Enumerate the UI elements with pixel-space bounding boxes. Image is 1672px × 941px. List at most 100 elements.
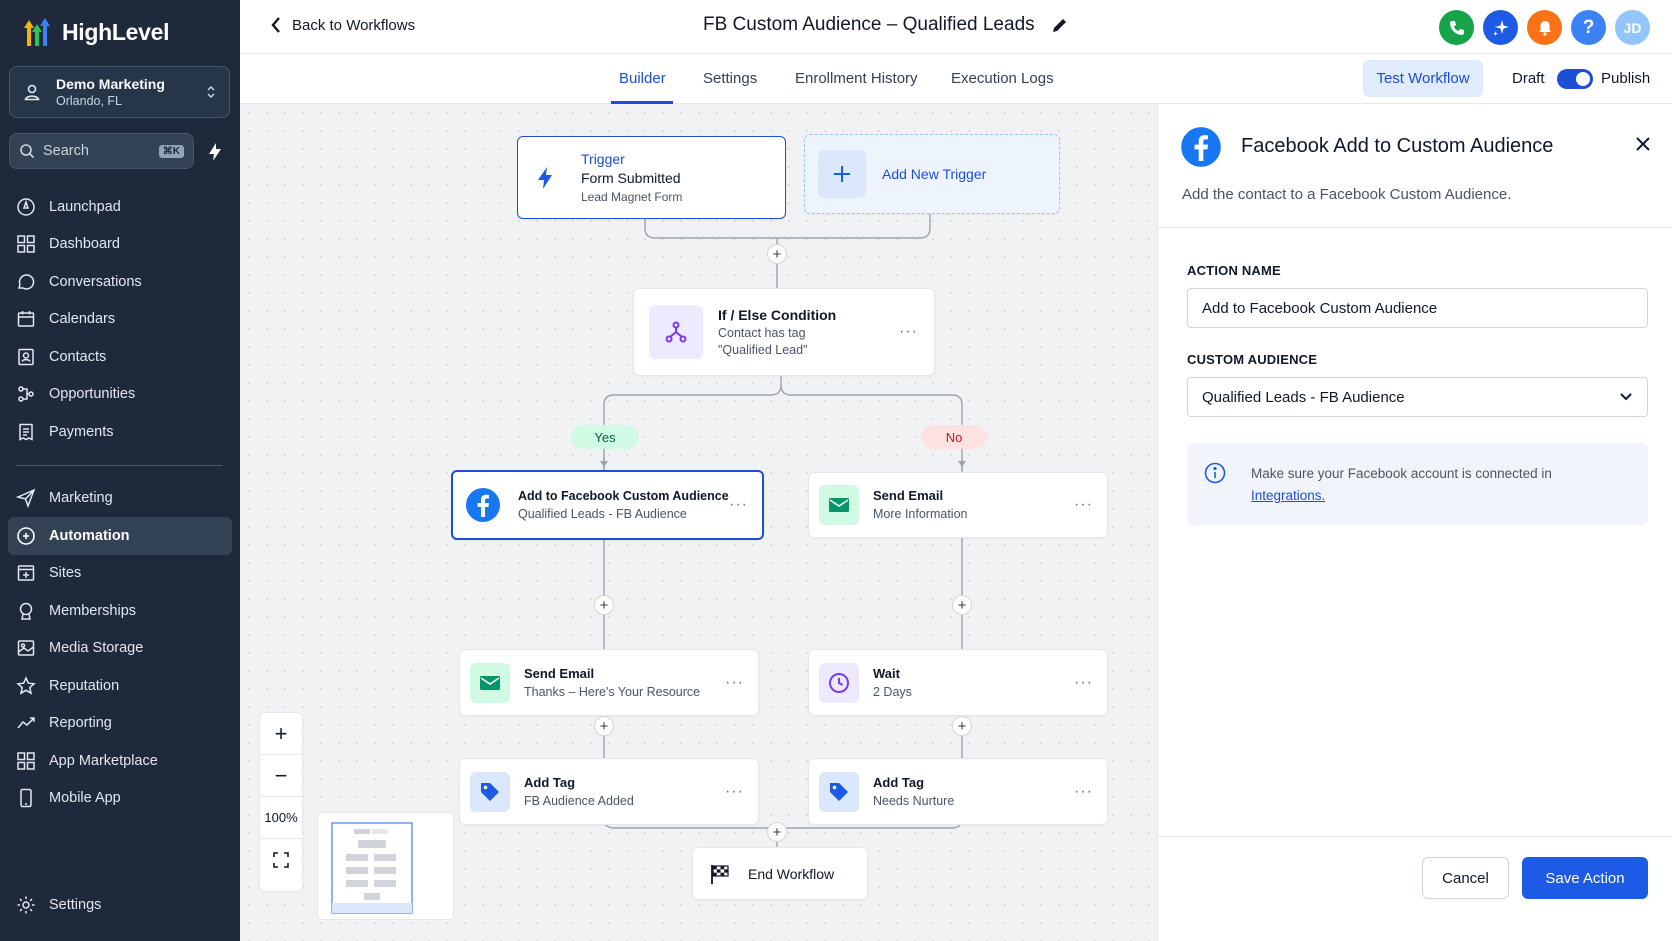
back-to-workflows-link[interactable]: Back to Workflows bbox=[270, 16, 415, 34]
sidebar-item-memberships[interactable]: Memberships bbox=[0, 592, 240, 630]
add-step-button[interactable]: + bbox=[767, 822, 787, 842]
node-menu-button[interactable]: ··· bbox=[1074, 674, 1093, 692]
tab-execution-logs[interactable]: Execution Logs bbox=[951, 70, 1054, 87]
sidebar-item-sites[interactable]: Sites bbox=[0, 555, 240, 593]
node-menu-button[interactable]: ··· bbox=[729, 496, 748, 514]
info-icon bbox=[1204, 462, 1226, 484]
help-button[interactable]: ? bbox=[1571, 10, 1606, 45]
save-action-button[interactable]: Save Action bbox=[1522, 857, 1648, 899]
calendar-icon bbox=[17, 311, 35, 327]
node-title: Add Tag bbox=[873, 774, 925, 790]
publish-toggle[interactable] bbox=[1557, 69, 1593, 89]
email-icon bbox=[470, 662, 510, 703]
sidebar-item-launchpad[interactable]: Launchpad bbox=[0, 188, 240, 226]
sidebar-item-contacts[interactable]: Contacts bbox=[0, 338, 240, 376]
question-icon: ? bbox=[1582, 16, 1595, 38]
sidebar-nav-primary: Launchpad Dashboard Conversations Calend… bbox=[0, 188, 240, 817]
reporting-icon bbox=[17, 717, 35, 729]
fit-view-button[interactable] bbox=[260, 839, 302, 881]
node-subtitle: Thanks – Here's Your Resource bbox=[524, 684, 701, 699]
zoom-level: 100% bbox=[260, 797, 302, 839]
account-switcher[interactable]: Demo Marketing Orlando, FL bbox=[9, 66, 230, 118]
workflow-title-text: FB Custom Audience – Qualified Leads bbox=[703, 14, 1035, 35]
phone-button[interactable] bbox=[1439, 10, 1474, 45]
brand-logo[interactable]: HighLevel bbox=[18, 14, 170, 50]
tag-icon bbox=[470, 771, 510, 812]
sidebar-item-media-storage[interactable]: Media Storage bbox=[0, 630, 240, 668]
action-name-input[interactable]: Add to Facebook Custom Audience bbox=[1187, 288, 1648, 328]
sidebar-item-settings[interactable]: Settings bbox=[0, 886, 240, 924]
sidebar-item-label: Automation bbox=[49, 527, 130, 544]
ai-assistant-button[interactable] bbox=[1483, 10, 1518, 45]
add-tag-node[interactable]: Add Tag FB Audience Added ··· bbox=[459, 758, 759, 825]
end-workflow-node[interactable]: End Workflow bbox=[692, 847, 868, 900]
sidebar-item-mobile-app[interactable]: Mobile App bbox=[0, 780, 240, 818]
node-menu-button[interactable]: ··· bbox=[1074, 783, 1093, 801]
draft-label: Draft bbox=[1512, 70, 1545, 87]
sidebar-item-marketing[interactable]: Marketing bbox=[0, 480, 240, 518]
notifications-button[interactable] bbox=[1527, 10, 1562, 45]
tab-builder[interactable]: Builder bbox=[619, 70, 666, 87]
search-input[interactable]: Search ⌘K bbox=[9, 133, 194, 169]
node-title: Send Email bbox=[873, 488, 944, 503]
send-email-node[interactable]: Send Email More Information ··· bbox=[808, 472, 1108, 538]
workflow-title: FB Custom Audience – Qualified Leads bbox=[703, 14, 1069, 36]
node-menu-button[interactable]: ··· bbox=[725, 783, 744, 801]
trigger-label: Trigger bbox=[581, 150, 625, 167]
sidebar-item-dashboard[interactable]: Dashboard bbox=[0, 226, 240, 264]
zoom-controls: + − 100% bbox=[259, 712, 303, 892]
trigger-node[interactable]: Trigger Form Submitted Lead Magnet Form bbox=[517, 136, 786, 219]
wait-node[interactable]: Wait 2 Days ··· bbox=[808, 649, 1108, 716]
plus-icon bbox=[818, 150, 866, 198]
sidebar-item-reputation[interactable]: Reputation bbox=[0, 667, 240, 705]
chevron-down-icon bbox=[1620, 393, 1632, 401]
minimap[interactable] bbox=[317, 812, 454, 920]
workflow-canvas[interactable]: Trigger Form Submitted Lead Magnet Form … bbox=[240, 104, 1157, 941]
user-avatar[interactable]: JD bbox=[1615, 10, 1650, 45]
custom-audience-select[interactable]: Qualified Leads - FB Audience bbox=[1187, 377, 1648, 417]
search-icon bbox=[20, 144, 35, 159]
node-menu-button[interactable]: ··· bbox=[899, 323, 918, 341]
add-step-button[interactable]: + bbox=[767, 244, 787, 264]
tab-settings[interactable]: Settings bbox=[703, 70, 757, 87]
test-workflow-button[interactable]: Test Workflow bbox=[1363, 60, 1483, 97]
integrations-link[interactable]: Integrations. bbox=[1251, 485, 1552, 507]
zoom-out-button[interactable]: − bbox=[260, 755, 302, 797]
add-step-button[interactable]: + bbox=[594, 595, 614, 615]
sidebar-item-calendars[interactable]: Calendars bbox=[0, 301, 240, 339]
cancel-button[interactable]: Cancel bbox=[1422, 857, 1509, 899]
custom-audience-label: CUSTOM AUDIENCE bbox=[1187, 352, 1318, 367]
sidebar-item-reporting[interactable]: Reporting bbox=[0, 705, 240, 743]
apps-icon bbox=[17, 752, 35, 770]
close-icon[interactable] bbox=[1631, 132, 1655, 156]
tab-enrollment-history[interactable]: Enrollment History bbox=[795, 70, 918, 87]
node-menu-button[interactable]: ··· bbox=[725, 674, 744, 692]
sidebar-item-payments[interactable]: Payments bbox=[0, 413, 240, 451]
panel-footer: Cancel Save Action bbox=[1158, 836, 1672, 941]
sidebar-item-app-marketplace[interactable]: App Marketplace bbox=[0, 742, 240, 780]
add-new-trigger-button[interactable]: Add New Trigger bbox=[804, 134, 1060, 214]
send-email-node[interactable]: Send Email Thanks – Here's Your Resource… bbox=[459, 649, 759, 716]
mobile-icon bbox=[20, 789, 32, 808]
quick-action-bolt-icon[interactable] bbox=[204, 141, 226, 163]
add-step-button[interactable]: + bbox=[952, 595, 972, 615]
node-menu-button[interactable]: ··· bbox=[1074, 496, 1093, 514]
sidebar-item-label: Conversations bbox=[49, 273, 142, 290]
sidebar-item-opportunities[interactable]: Opportunities bbox=[0, 376, 240, 414]
add-step-button[interactable]: + bbox=[594, 716, 614, 736]
sidebar-item-conversations[interactable]: Conversations bbox=[0, 263, 240, 301]
facebook-audience-node[interactable]: Add to Facebook Custom Audience Qualifie… bbox=[451, 470, 764, 540]
memberships-icon bbox=[19, 602, 33, 620]
expand-icon bbox=[273, 852, 289, 868]
panel-description: Add the contact to a Facebook Custom Aud… bbox=[1182, 186, 1512, 203]
if-else-condition-node[interactable]: If / Else Condition Contact has tag "Qua… bbox=[633, 288, 935, 376]
node-title: Add to Facebook Custom Audience bbox=[518, 489, 729, 503]
brand-name: HighLevel bbox=[62, 18, 170, 45]
sidebar-item-label: Contacts bbox=[49, 348, 107, 365]
zoom-in-button[interactable]: + bbox=[260, 713, 302, 755]
add-step-button[interactable]: + bbox=[952, 716, 972, 736]
pencil-icon[interactable] bbox=[1051, 16, 1069, 34]
add-tag-node[interactable]: Add Tag Needs Nurture ··· bbox=[808, 758, 1108, 825]
search-label: Search bbox=[43, 143, 89, 159]
sidebar-item-automation[interactable]: Automation bbox=[8, 517, 232, 555]
